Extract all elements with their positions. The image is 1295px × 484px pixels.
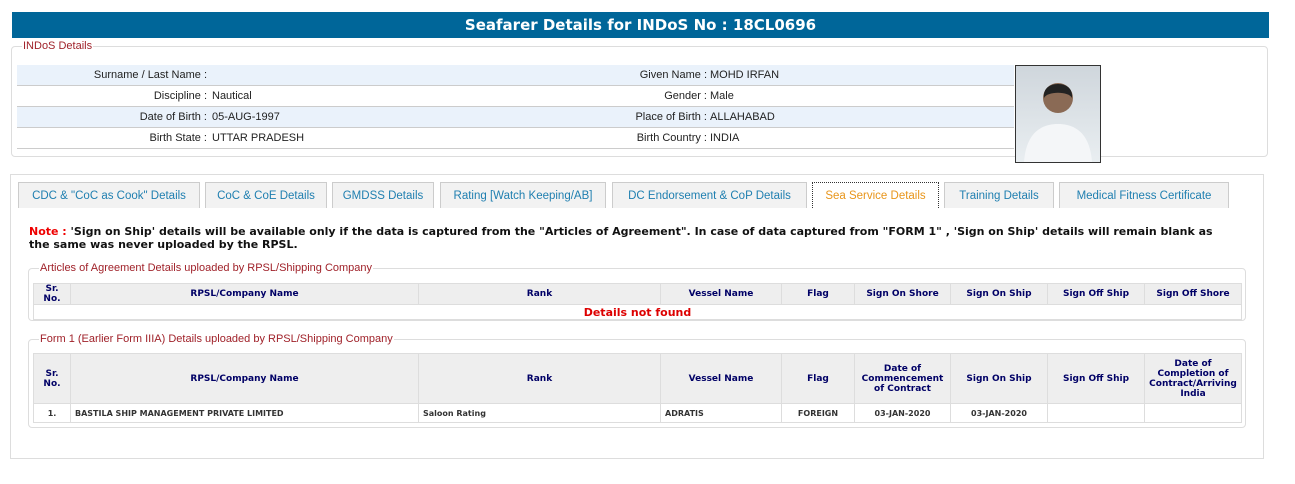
seafarer-photo [1015, 65, 1101, 163]
field-value: Male [710, 90, 734, 102]
table-row: 1. BASTILA SHIP MANAGEMENT PRIVATE LIMITE… [33, 403, 1242, 423]
column-header: Sr. No. [33, 283, 71, 305]
column-header: Sign Off Ship [1047, 353, 1145, 404]
table-row: Details not found [33, 304, 1242, 320]
field-label: Date of Birth : [139, 111, 207, 123]
tab-gmdss-details[interactable]: GMDSS Details [332, 182, 434, 208]
column-header: Rank [418, 353, 661, 404]
table-cell: 03-JAN-2020 [950, 403, 1048, 423]
column-header: Vessel Name [660, 283, 782, 305]
column-header: Sign On Ship [950, 283, 1048, 305]
column-header: Sign Off Shore [1144, 283, 1242, 305]
aoa-table: Sr. No. RPSL/Company Name Rank Vessel Name F… [33, 283, 1242, 320]
indos-details: INDoS Details Surname / Last Name : Given… [11, 40, 1268, 163]
column-header: Flag [781, 283, 855, 305]
table-cell: 03-JAN-2020 [854, 403, 951, 423]
field-value: MOHD IRFAN [710, 69, 780, 81]
field-label: Surname / Last Name : [93, 69, 207, 81]
table-header: Sr. No. RPSL/Company Name Rank Vessel Name F… [33, 283, 1242, 305]
tab-dc-endorsement-cop-details[interactable]: DC Endorsement & CoP Details [612, 182, 807, 208]
page-title: Seafarer Details for INDoS No : 18CL0696 [12, 12, 1269, 38]
person-photo-icon [1024, 83, 1092, 162]
field-label: Given Name : [639, 69, 707, 81]
tab-sea-service-details[interactable]: Sea Service Details [812, 182, 939, 208]
column-header: Sign On Shore [854, 283, 951, 305]
table-cell [1144, 403, 1242, 423]
table-cell: 1. [33, 403, 71, 423]
note-prefix: Note : [29, 225, 67, 238]
field-label: Discipline : [153, 90, 207, 102]
note-body: 'Sign on Ship' details will be available… [29, 225, 1213, 251]
indos-row: Birth State : UTTAR PRADESH Birth Country … [17, 128, 1014, 149]
table-cell: Saloon Rating [418, 403, 661, 423]
tab-medical-fitness-certificate[interactable]: Medical Fitness Certificate [1059, 182, 1229, 208]
table-cell: FOREIGN [781, 403, 855, 423]
form1-legend: Form 1 (Earlier Form IIIA) Details uploa… [40, 333, 393, 345]
field-label: Birth State : [149, 132, 207, 144]
field-label: Gender : [664, 90, 707, 102]
table-cell: ADRATIS [660, 403, 782, 423]
tab-coc-coe-details[interactable]: CoC & CoE Details [205, 182, 327, 208]
field-value: INDIA [710, 132, 740, 144]
column-header: Vessel Name [660, 353, 782, 404]
field-value: Nautical [212, 90, 252, 102]
empty-message: Details not found [33, 304, 1242, 320]
column-header: Flag [781, 353, 855, 404]
column-header: Rank [418, 283, 661, 305]
field-value: ALLAHABAD [710, 111, 775, 123]
table-cell: BASTILA SHIP MANAGEMENT PRIVATE LIMITED [70, 403, 419, 423]
column-header: Date of Completion of Contract/Arriving … [1144, 353, 1242, 404]
column-header: Sign Off Ship [1047, 283, 1145, 305]
column-header: Date of Commencement of Contract [854, 353, 951, 404]
column-header: RPSL/Company Name [70, 353, 419, 404]
column-header: Sign On Ship [950, 353, 1048, 404]
field-value: 05-AUG-1997 [212, 111, 280, 123]
table-header: Sr. No. RPSL/Company Name Rank Vessel Name F… [33, 353, 1242, 404]
field-value: UTTAR PRADESH [212, 132, 305, 144]
tab-cdc-coc-as-cook-details[interactable]: CDC & "CoC as Cook" Details [18, 182, 200, 208]
field-label: Birth Country : [636, 132, 707, 144]
indos-legend: INDoS Details [23, 40, 93, 52]
form1-table: Sr. No. RPSL/Company Name Rank Vessel Name F… [33, 353, 1242, 423]
field-label: Place of Birth : [635, 111, 707, 123]
table-cell [1047, 403, 1145, 423]
indos-row: Discipline : Nautical Gender : Male [17, 86, 1014, 107]
tab-training-details[interactable]: Training Details [944, 182, 1054, 208]
tab-rating-watch-keeping-ab[interactable]: Rating [Watch Keeping/AB] [440, 182, 606, 208]
indos-row: Surname / Last Name : Given Name : MOHD IR… [17, 65, 1014, 86]
aoa-legend: Articles of Agreement Details uploaded b… [40, 262, 373, 274]
column-header: RPSL/Company Name [70, 283, 419, 305]
note-text: Note : 'Sign on Ship' details will be av… [29, 225, 1229, 251]
indos-row: Date of Birth : 05-AUG-1997 Place of Birth… [17, 107, 1014, 128]
column-header: Sr. No. [33, 353, 71, 404]
